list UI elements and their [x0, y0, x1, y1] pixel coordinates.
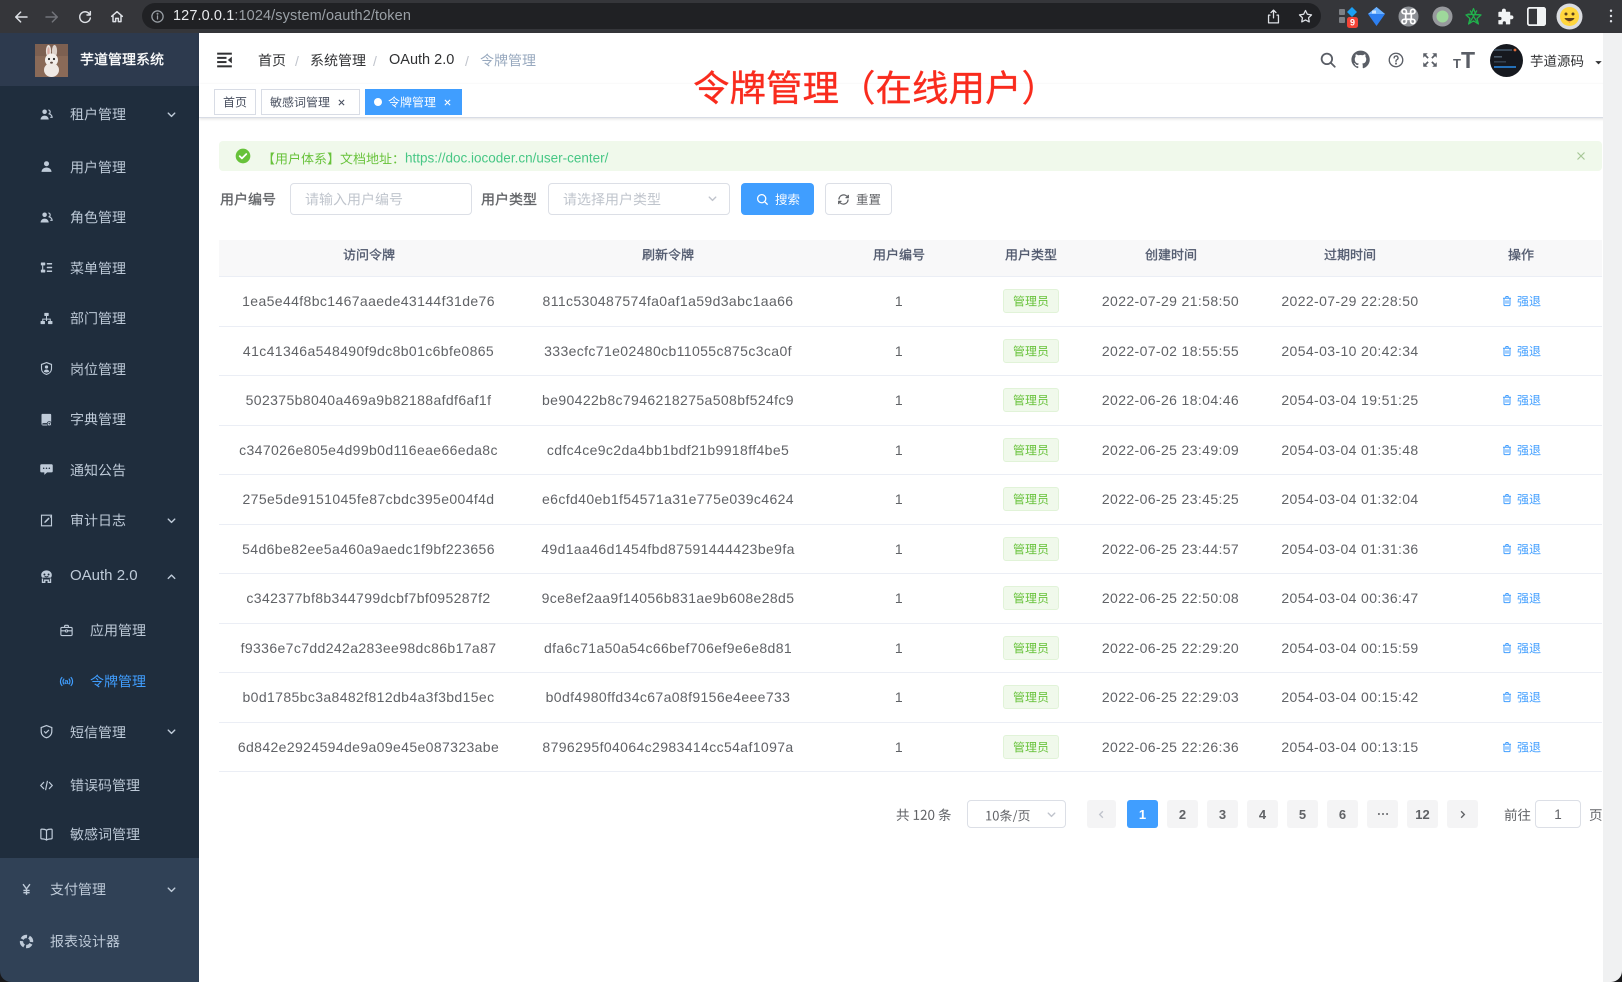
svg-text:a: a — [64, 677, 69, 686]
svg-text:9: 9 — [1350, 18, 1355, 28]
